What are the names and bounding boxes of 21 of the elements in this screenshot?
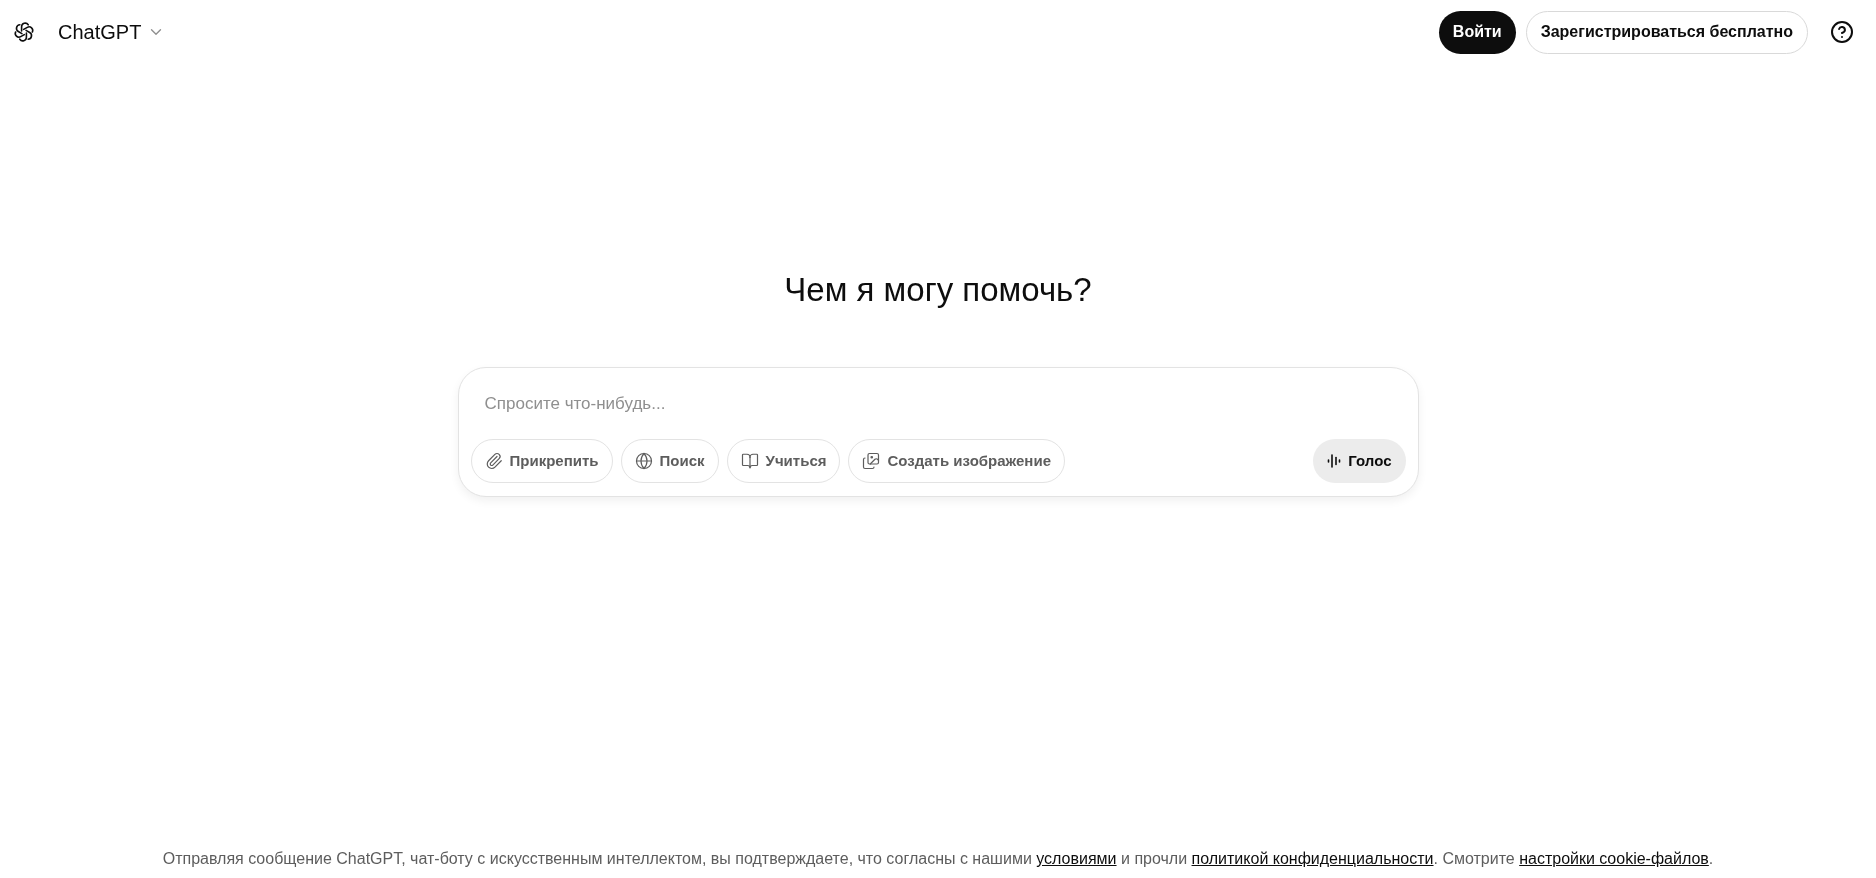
voice-button[interactable]: Голос — [1313, 439, 1406, 483]
tool-button[interactable]: Учиться — [726, 439, 841, 483]
message-input[interactable]: Спросите что-нибудь... — [484, 390, 1392, 418]
signup-button[interactable]: Зарегистрироваться бесплатно — [1525, 10, 1808, 54]
sound-wave-icon — [1327, 454, 1342, 468]
logo-icon — [12, 20, 36, 44]
book-icon — [740, 452, 759, 470]
tool-button[interactable]: Создать изображение — [848, 439, 1065, 483]
paperclip-icon — [484, 452, 503, 470]
help-icon[interactable] — [1830, 20, 1854, 44]
login-button[interactable]: Войти — [1438, 10, 1516, 54]
tool-button[interactable]: Поиск — [620, 439, 719, 483]
page-heading: Чем я могу помочь? — [784, 270, 1092, 310]
images-icon — [862, 452, 881, 470]
model-menu-button[interactable]: ChatGPT — [46, 11, 178, 53]
terms-link[interactable]: условиями — [1036, 850, 1117, 867]
tool-button[interactable]: Прикрепить — [470, 439, 613, 483]
disclaimer-text: Отправляя сообщение ChatGPT, чат-боту с искусственным интеллектом, вы подтверждаете, что согласны с нашими условиями и прочли политикой конфиденциальности. Смотрите настройки cookie-файлов. — [162, 849, 1714, 869]
globe-icon — [634, 452, 653, 470]
privacy-policy-link[interactable]: политикой конфиденциальности — [1191, 850, 1434, 867]
cookie-settings-link[interactable]: настройки cookie-файлов — [1519, 850, 1709, 867]
